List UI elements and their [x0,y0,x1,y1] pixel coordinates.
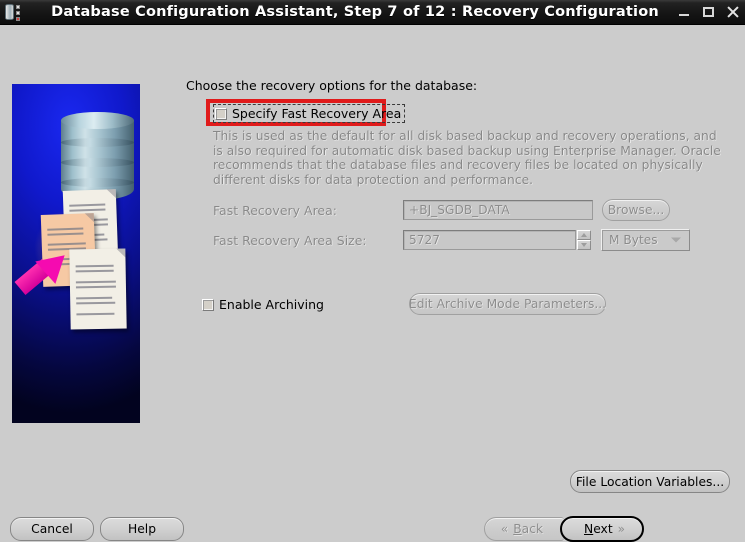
stepper-up-icon[interactable] [577,230,591,240]
arrow-icon [14,244,78,310]
next-label: ext [593,522,613,536]
checkbox-box[interactable] [202,298,214,311]
back-button[interactable]: « Back [484,517,564,541]
specify-fast-recovery-area-checkbox[interactable]: Specify Fast Recovery Area [213,104,406,123]
help-button[interactable]: Help [100,517,184,541]
chevron-right-icon: » [617,522,625,536]
back-label: ack [521,522,544,536]
dropdown-value: M Bytes [609,233,658,247]
fast-recovery-area-size-input[interactable]: 5727 [403,230,576,250]
checkbox-label: Enable Archiving [219,297,324,312]
fast-recovery-area-size-label: Fast Recovery Area Size: [213,233,367,248]
chevron-down-icon [671,237,681,243]
chevron-left-icon: « [500,522,509,536]
enable-archiving-checkbox[interactable]: Enable Archiving [202,297,324,312]
edit-archive-mode-parameters-button[interactable]: Edit Archive Mode Parameters... [409,293,606,315]
checkbox-label: Specify Fast Recovery Area [232,106,402,121]
dialog-body: Choose the recovery options for the data… [0,25,745,542]
description-text: This is used as the default for all disk… [213,129,721,187]
window-titlebar: Database Configuration Assistant, Step 7… [0,0,745,25]
next-mnemonic: N [584,522,594,536]
close-icon[interactable] [726,6,739,19]
back-mnemonic: B [513,522,522,536]
minimize-icon[interactable] [678,6,691,19]
cancel-button[interactable]: Cancel [10,517,94,541]
database-icon [3,2,25,22]
checkbox-box[interactable] [215,107,227,120]
window-controls [678,0,739,25]
size-units-dropdown[interactable]: M Bytes [601,229,690,251]
page-title: Choose the recovery options for the data… [186,78,478,93]
window-title: Database Configuration Assistant, Step 7… [51,4,659,20]
maximize-icon[interactable] [702,6,715,19]
size-stepper[interactable] [577,230,591,250]
next-button[interactable]: Next » [560,516,644,542]
navigation-buttons: « Back Next » [484,516,644,542]
stepper-down-icon[interactable] [577,240,591,250]
fast-recovery-area-input[interactable]: +BJ_SGDB_DATA [403,200,593,220]
fast-recovery-area-label: Fast Recovery Area: [213,203,337,218]
file-location-variables-button[interactable]: File Location Variables... [570,470,730,493]
sidebar-illustration [12,84,140,423]
browse-button[interactable]: Browse... [602,199,670,221]
